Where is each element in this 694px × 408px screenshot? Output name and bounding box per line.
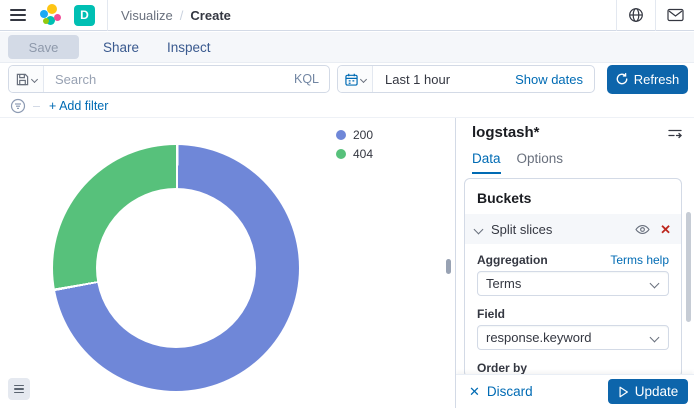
donut-hole xyxy=(96,188,256,348)
query-bar: Search KQL Last 1 hour Show dates Refres… xyxy=(0,63,694,95)
terms-help-link[interactable]: Terms help xyxy=(610,253,669,267)
collapse-panel-icon[interactable] xyxy=(666,125,684,143)
share-button[interactable]: Share xyxy=(89,40,153,55)
chevron-down-icon xyxy=(359,75,366,82)
visualize-toolbar: Save Share Inspect xyxy=(0,32,694,63)
refresh-icon xyxy=(616,73,628,85)
search-input[interactable]: Search xyxy=(44,72,294,87)
header-divider xyxy=(107,0,108,31)
update-button[interactable]: Update xyxy=(608,379,688,404)
eye-icon[interactable] xyxy=(635,223,650,236)
tab-options[interactable]: Options xyxy=(517,151,564,174)
date-picker-menu-button[interactable] xyxy=(338,66,373,92)
visualization-canvas: 200 404 xyxy=(0,118,455,408)
elastic-logo-icon[interactable] xyxy=(40,4,62,26)
discard-x-icon: ✕ xyxy=(469,384,480,400)
globe-icon[interactable] xyxy=(617,0,655,30)
app-header: D Visualize / Create xyxy=(0,0,694,31)
chevron-down-icon xyxy=(650,279,660,289)
inspect-button[interactable]: Inspect xyxy=(153,40,225,55)
chevron-down-icon xyxy=(30,75,37,82)
kql-toggle-button[interactable]: KQL xyxy=(294,72,329,86)
show-dates-button[interactable]: Show dates xyxy=(515,72,594,87)
legend-swatch xyxy=(336,149,346,159)
split-slices-label: Split slices xyxy=(491,222,635,237)
time-picker-group: Last 1 hour Show dates xyxy=(337,65,595,93)
saved-query-menu-button[interactable] xyxy=(9,66,44,92)
kibana-visualize-app: D Visualize / Create Save Share Ins xyxy=(0,0,694,408)
breadcrumb-separator: / xyxy=(180,8,184,23)
save-button[interactable]: Save xyxy=(8,35,79,59)
remove-bucket-icon[interactable]: ✕ xyxy=(660,223,671,236)
order-by-label: Order by xyxy=(477,361,527,375)
field-label: Field xyxy=(477,307,505,321)
space-badge[interactable]: D xyxy=(74,5,95,26)
panel-scrollbar[interactable] xyxy=(686,212,691,322)
time-range-value[interactable]: Last 1 hour xyxy=(373,72,515,87)
legend-toggle-button[interactable] xyxy=(8,378,30,400)
chevron-down-icon xyxy=(650,333,660,343)
panel-resizer-handle[interactable] xyxy=(446,259,451,274)
legend-label: 404 xyxy=(353,147,373,161)
editor-footer: ✕ Discard Update xyxy=(456,374,694,408)
editor-tabs: Data Options xyxy=(472,151,563,174)
breadcrumb: Visualize / Create xyxy=(121,8,231,23)
discard-button[interactable]: ✕ Discard xyxy=(469,384,533,400)
play-icon xyxy=(618,386,629,398)
add-filter-button[interactable]: + Add filter xyxy=(49,99,108,113)
aggregation-label: Aggregation xyxy=(477,253,548,267)
calendar-icon xyxy=(345,73,358,86)
donut-chart[interactable] xyxy=(53,145,299,391)
legend-item[interactable]: 200 xyxy=(336,128,373,142)
aggregation-select[interactable]: Terms xyxy=(477,271,669,296)
buckets-heading: Buckets xyxy=(465,179,681,214)
chart-legend: 200 404 xyxy=(336,128,373,161)
legend-label: 200 xyxy=(353,128,373,142)
visualization-editor-panel: logstash* Data Options Buckets Split sli… xyxy=(455,118,694,408)
legend-swatch xyxy=(336,130,346,140)
field-select[interactable]: response.keyword xyxy=(477,325,669,350)
chevron-down-icon xyxy=(474,224,484,234)
filter-dash xyxy=(33,106,40,107)
index-pattern-title: logstash* xyxy=(472,124,540,141)
search-input-group: Search KQL xyxy=(8,65,330,93)
filter-circle-icon[interactable] xyxy=(10,98,26,114)
menu-icon[interactable] xyxy=(10,9,26,21)
tab-data[interactable]: Data xyxy=(472,151,501,174)
refresh-button[interactable]: Refresh xyxy=(607,65,688,94)
split-slices-accordion[interactable]: Split slices ✕ xyxy=(465,214,681,244)
filter-bar: + Add filter xyxy=(0,95,694,118)
mail-icon[interactable] xyxy=(656,0,694,30)
breadcrumb-create: Create xyxy=(190,8,230,23)
legend-item[interactable]: 404 xyxy=(336,147,373,161)
breadcrumb-visualize[interactable]: Visualize xyxy=(121,8,173,23)
save-disk-icon xyxy=(16,73,29,86)
buckets-card: Buckets Split slices ✕ Aggregation Terms… xyxy=(464,178,682,378)
